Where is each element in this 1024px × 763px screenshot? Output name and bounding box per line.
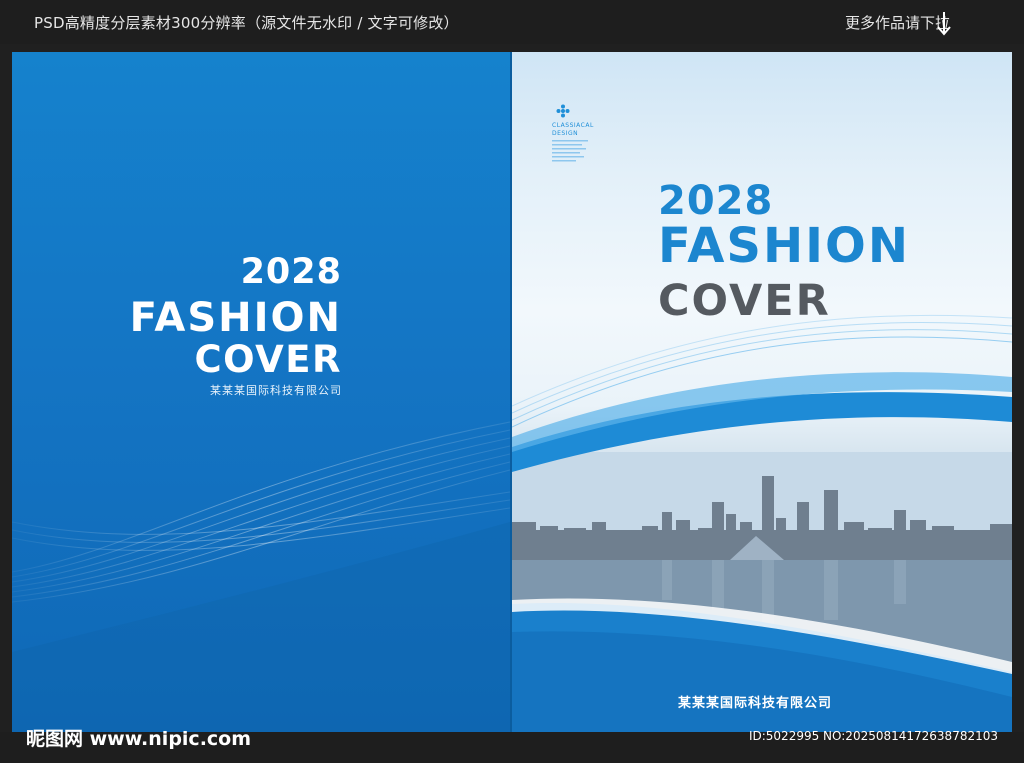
arrow-down-icon	[937, 12, 951, 36]
logo-line-2: DESIGN	[552, 130, 579, 137]
front-cover: CLASSIACAL DESIGN 2028 FASHION COVER 某某某…	[512, 52, 1012, 732]
front-title-cover: COVER	[658, 276, 831, 326]
front-company-name: 某某某国际科技有限公司	[678, 696, 833, 711]
top-bar: PSD高精度分层素材300分辨率（源文件无水印 / 文字可修改） 更多作品请下拉	[0, 0, 1024, 44]
design-logo: CLASSIACAL DESIGN	[552, 104, 612, 168]
back-title-fashion: FASHION	[129, 295, 342, 341]
back-year-text: 2028	[240, 252, 342, 292]
logo-line-1: CLASSIACAL	[552, 122, 594, 129]
resource-info-text: PSD高精度分层素材300分辨率（源文件无水印 / 文字可修改）	[34, 14, 459, 32]
front-title-fashion: FASHION	[658, 218, 911, 274]
back-company-name: 某某某国际科技有限公司	[210, 384, 342, 397]
logo-text-lines-decoration	[552, 140, 588, 162]
flower-logo-icon	[556, 104, 570, 118]
image-id-text: ID:5022995 NO:20250814172638782103	[748, 729, 998, 743]
back-title-cover: COVER	[194, 338, 342, 381]
back-cover: 2028 FASHION COVER 某某某国际科技有限公司	[12, 52, 510, 732]
site-watermark: 昵图网 www.nipic.com	[26, 728, 252, 750]
